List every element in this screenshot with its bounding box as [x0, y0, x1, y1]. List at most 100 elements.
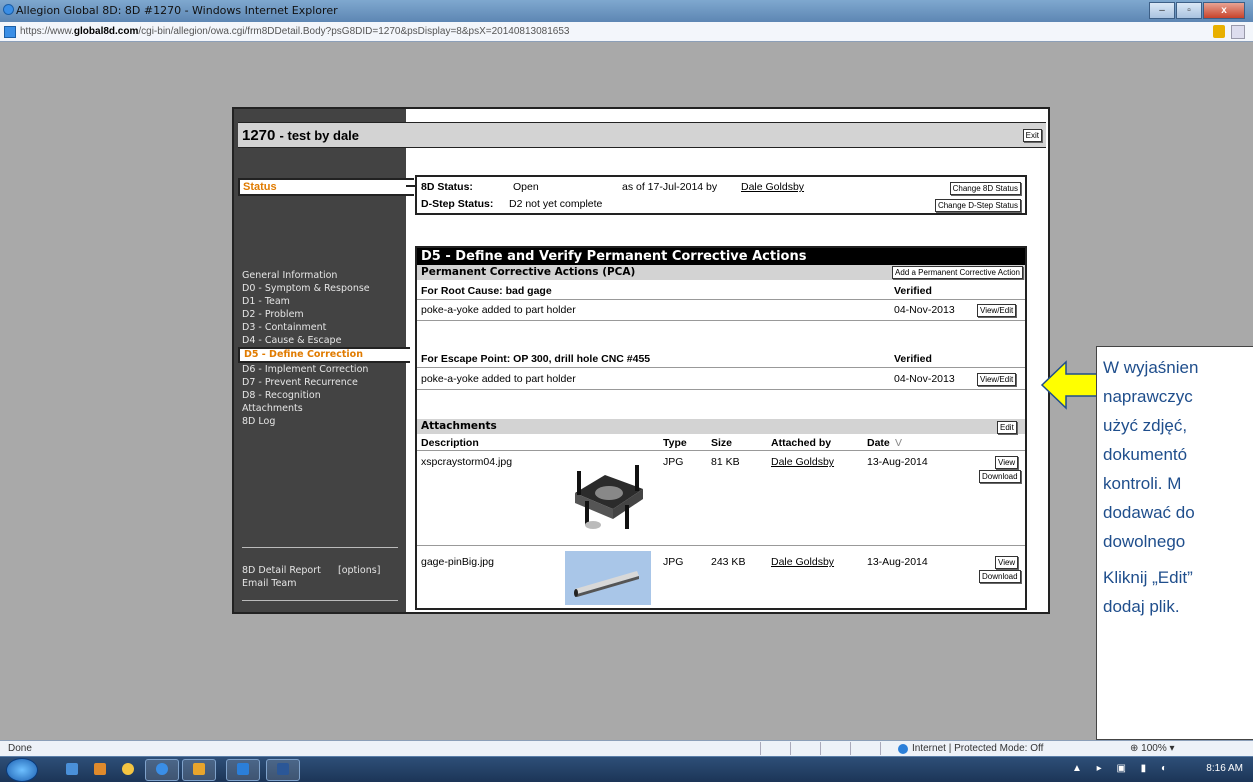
- attachment-date: 13-Aug-2014: [867, 556, 928, 568]
- status-as-of: as of 17-Jul-2014 by: [622, 181, 718, 193]
- 8d-status-label: 8D Status:: [421, 181, 473, 193]
- page-title: 1270 - test by dale: [242, 127, 360, 144]
- row-divider: [417, 450, 1025, 451]
- d5-panel: D5 - Define and Verify Permanent Correct…: [415, 246, 1027, 610]
- col-date[interactable]: Date: [867, 437, 890, 449]
- status-panel: 8D Status: Open as of 17-Jul-2014 by Dal…: [415, 175, 1027, 215]
- sidebar-item-d7[interactable]: D7 - Prevent Recurrence: [242, 376, 402, 389]
- email-team-link[interactable]: Email Team: [242, 577, 402, 590]
- status-text: Done: [8, 743, 32, 754]
- sidebar-divider: [242, 547, 398, 548]
- attachment-size: 81 KB: [711, 456, 740, 468]
- zoom-level[interactable]: ⊕ 100% ▾: [1130, 743, 1175, 754]
- verified-label: Verified: [894, 285, 932, 297]
- word-taskbar-icon: [277, 763, 289, 775]
- pca-date: 04-Nov-2013: [894, 304, 955, 316]
- sidebar-nav: General Information D0 - Symptom & Respo…: [238, 269, 410, 428]
- col-attached-by: Attached by: [771, 437, 832, 449]
- close-button[interactable]: x: [1203, 2, 1245, 19]
- attachment-size: 243 KB: [711, 556, 746, 568]
- sidebar-item-8d-log[interactable]: 8D Log: [242, 415, 402, 428]
- lync-taskbar-icon: [237, 763, 249, 775]
- status-divider: [820, 742, 821, 755]
- change-8d-status-button[interactable]: Change 8D Status: [949, 182, 1021, 195]
- sidebar-report: 8D Detail Report [options] Email Team: [242, 564, 402, 590]
- window-title: Allegion Global 8D: 8D #1270 - Windows I…: [16, 4, 338, 17]
- status-divider: [760, 742, 761, 755]
- chrome-taskbar-icon[interactable]: [122, 763, 134, 775]
- exit-button[interactable]: Exit: [1022, 129, 1042, 142]
- maximize-button[interactable]: ▫: [1176, 2, 1202, 19]
- explorer-taskbar-icon[interactable]: [66, 763, 78, 775]
- sidebar-item-d3[interactable]: D3 - Containment: [242, 321, 402, 334]
- globe-icon: [898, 743, 908, 754]
- change-dstep-status-button[interactable]: Change D-Step Status: [934, 199, 1021, 212]
- dstep-status-value: D2 not yet complete: [509, 198, 603, 210]
- row-divider: [417, 389, 1025, 390]
- sidebar-item-d0[interactable]: D0 - Symptom & Response: [242, 282, 402, 295]
- attachment-description: xspcraystorm04.jpg: [421, 456, 513, 468]
- attachments-edit-button[interactable]: Edit: [997, 421, 1017, 434]
- status-divider: [880, 742, 881, 755]
- status-divider: [790, 742, 791, 755]
- view-edit-button[interactable]: View/Edit: [977, 304, 1017, 317]
- sidebar-item-d2[interactable]: D2 - Problem: [242, 308, 402, 321]
- ie-taskbar-icon: [156, 763, 168, 775]
- download-button[interactable]: Download: [979, 470, 1021, 483]
- callout-paragraph: Kliknij „Edit” dodaj plik.: [1103, 568, 1193, 616]
- col-description: Description: [421, 437, 479, 449]
- media-taskbar-icon[interactable]: [94, 763, 106, 775]
- sidebar-item-d4[interactable]: D4 - Cause & Escape: [242, 334, 402, 347]
- sort-indicator[interactable]: V: [895, 437, 902, 449]
- sidebar-item-general[interactable]: General Information: [242, 269, 402, 282]
- pca-action: poke-a-yoke added to part holder: [421, 304, 576, 316]
- sidebar-item-attachments[interactable]: Attachments: [242, 402, 402, 415]
- app-frame: Status General Information D0 - Symptom …: [232, 107, 1050, 614]
- outlook-taskbar-icon: [193, 763, 205, 775]
- add-pca-button[interactable]: Add a Permanent Corrective Action: [892, 266, 1023, 279]
- sidebar-divider: [242, 600, 398, 601]
- attached-by-link[interactable]: Dale Goldsby: [771, 456, 834, 468]
- attachment-type: JPG: [663, 556, 684, 568]
- feed-icon[interactable]: [1231, 25, 1245, 39]
- report-options-link[interactable]: [options]: [338, 564, 380, 577]
- attached-by-link[interactable]: Dale Goldsby: [771, 556, 834, 568]
- row-divider: [417, 299, 1025, 300]
- col-size: Size: [711, 437, 733, 449]
- url-text[interactable]: https://www.global8d.com/cgi-bin/allegio…: [20, 26, 569, 37]
- sidebar-item-d5[interactable]: D5 - Define Correction: [238, 347, 410, 363]
- view-button[interactable]: View: [995, 456, 1019, 469]
- system-tray[interactable]: ▲ ▸ ▣ ▮ ◐: [1072, 763, 1173, 774]
- attachment-description: gage-pinBig.jpg: [421, 556, 494, 568]
- window-titlebar: Allegion Global 8D: 8D #1270 - Windows I…: [0, 0, 1253, 22]
- view-edit-button[interactable]: View/Edit: [977, 373, 1017, 386]
- download-button[interactable]: Download: [979, 570, 1021, 583]
- sidebar-item-d1[interactable]: D1 - Team: [242, 295, 402, 308]
- attachment-thumbnail[interactable]: [565, 551, 651, 605]
- pca-date: 04-Nov-2013: [894, 373, 955, 385]
- clock[interactable]: 8:16 AM: [1206, 763, 1243, 774]
- address-bar[interactable]: https://www.global8d.com/cgi-bin/allegio…: [0, 22, 1253, 42]
- ie-icon: [3, 4, 14, 15]
- sidebar-item-d6[interactable]: D6 - Implement Correction: [242, 363, 402, 376]
- security-zone[interactable]: Internet | Protected Mode: Off: [898, 743, 1043, 754]
- sidebar-item-d8[interactable]: D8 - Recognition: [242, 389, 402, 402]
- status-user-link[interactable]: Dale Goldsby: [741, 181, 804, 193]
- pca-group-heading: For Escape Point: OP 300, drill hole CNC…: [421, 353, 651, 365]
- pca-action: poke-a-yoke added to part holder: [421, 373, 576, 385]
- sidebar: Status General Information D0 - Symptom …: [234, 109, 414, 612]
- view-button[interactable]: View: [995, 556, 1019, 569]
- page-header: 1270 - test by dale Exit: [238, 122, 1046, 148]
- row-divider: [417, 320, 1025, 321]
- status-divider: [850, 742, 851, 755]
- window-controls: – ▫ x: [1148, 2, 1245, 19]
- attachment-thumbnail[interactable]: [565, 453, 651, 537]
- minimize-button[interactable]: –: [1149, 2, 1175, 19]
- dstep-status-label: D-Step Status:: [421, 198, 494, 210]
- sidebar-status-tab[interactable]: Status: [238, 178, 414, 196]
- row-divider: [417, 367, 1025, 368]
- attachments-header: Attachments: [417, 419, 1025, 434]
- start-button[interactable]: [6, 758, 38, 782]
- lock-icon[interactable]: [1213, 25, 1225, 38]
- callout-paragraph: W wyjaśnien naprawczyc użyć zdjęć, dokum…: [1103, 358, 1199, 551]
